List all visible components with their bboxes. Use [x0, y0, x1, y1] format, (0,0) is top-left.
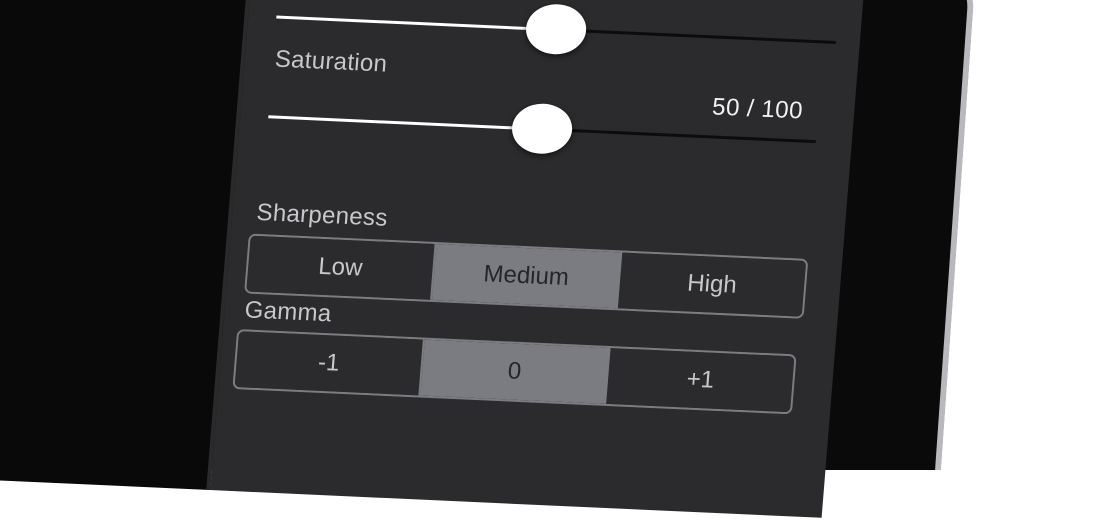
gamma-segmented-control: -1 0 +1 — [232, 329, 797, 415]
gamma-option-minus-1[interactable]: -1 — [234, 331, 425, 396]
previous-slider-thumb[interactable] — [524, 2, 589, 56]
gamma-option-0[interactable]: 0 — [420, 339, 611, 404]
sharpness-option-medium[interactable]: Medium — [432, 244, 623, 309]
sharpness-option-high[interactable]: High — [617, 252, 807, 317]
device-screen: Saturation 50 / 100 Sharpeness Low Mediu… — [0, 0, 1103, 518]
saturation-slider-thumb[interactable] — [510, 102, 575, 156]
left-pane — [0, 0, 252, 491]
gamma-label: Gamma — [243, 296, 333, 328]
previous-slider-fill — [276, 15, 557, 32]
saturation-label: Saturation — [273, 45, 389, 78]
saturation-slider-fill — [268, 115, 543, 131]
gamma-option-plus-1[interactable]: +1 — [606, 348, 795, 413]
previous-slider[interactable] — [276, 2, 836, 56]
saturation-value: 50 / 100 — [711, 93, 805, 125]
sharpness-option-low[interactable]: Low — [246, 235, 437, 300]
settings-panel: Saturation 50 / 100 Sharpeness Low Mediu… — [210, 0, 864, 518]
sharpness-label: Sharpeness — [255, 198, 389, 232]
